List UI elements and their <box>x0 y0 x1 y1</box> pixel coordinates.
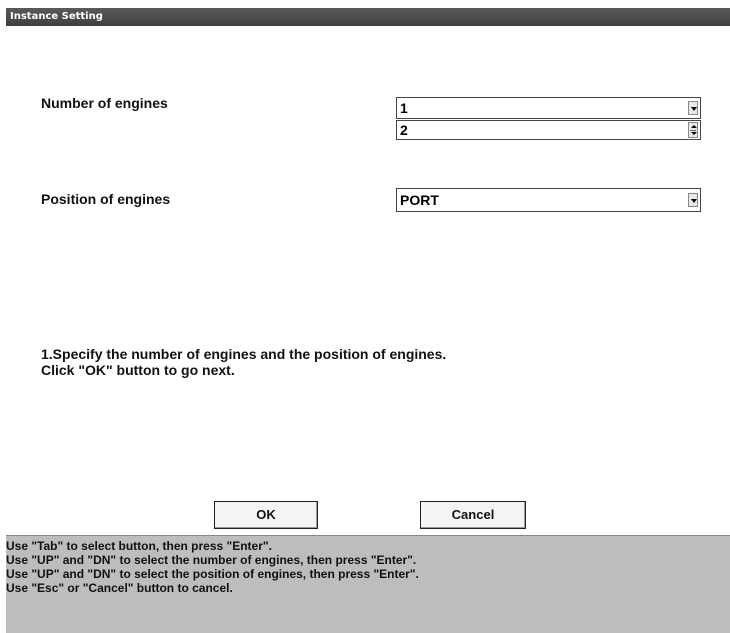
instruction-line: 1.Specify the number of engines and the … <box>41 346 447 362</box>
help-line: Use "Esc" or "Cancel" button to cancel. <box>6 581 233 595</box>
help-line: Use "UP" and "DN" to select the position… <box>6 567 419 581</box>
chevron-down-icon[interactable] <box>688 101 698 115</box>
window-title: Instance Setting <box>6 8 730 26</box>
position-label: Position of engines <box>41 191 171 207</box>
help-line: Use "Tab" to select button, then press "… <box>6 539 272 553</box>
engines-label: Number of engines <box>41 95 168 111</box>
engine-position-value: PORT <box>400 192 439 208</box>
instructions-text: 1.Specify the number of engines and the … <box>41 346 446 378</box>
spinner-arrows-icon[interactable] <box>688 122 698 138</box>
instance-setting-window: Instance Setting Number of engines 1 2 P… <box>6 8 730 633</box>
cancel-button[interactable]: Cancel <box>420 501 526 529</box>
engines-spinner[interactable]: 2 <box>396 120 701 140</box>
help-status-panel: Use "Tab" to select button, then press "… <box>6 535 730 633</box>
engine-position-select[interactable]: PORT <box>396 188 701 212</box>
help-line: Use "UP" and "DN" to select the number o… <box>6 553 417 567</box>
chevron-down-icon[interactable] <box>688 193 698 207</box>
engines-count-select[interactable]: 1 <box>396 97 701 119</box>
ok-button[interactable]: OK <box>214 501 318 529</box>
instruction-line: Click "OK" button to go next. <box>41 362 235 378</box>
engines-count-value: 1 <box>400 100 408 116</box>
engines-spinner-value: 2 <box>400 122 408 138</box>
